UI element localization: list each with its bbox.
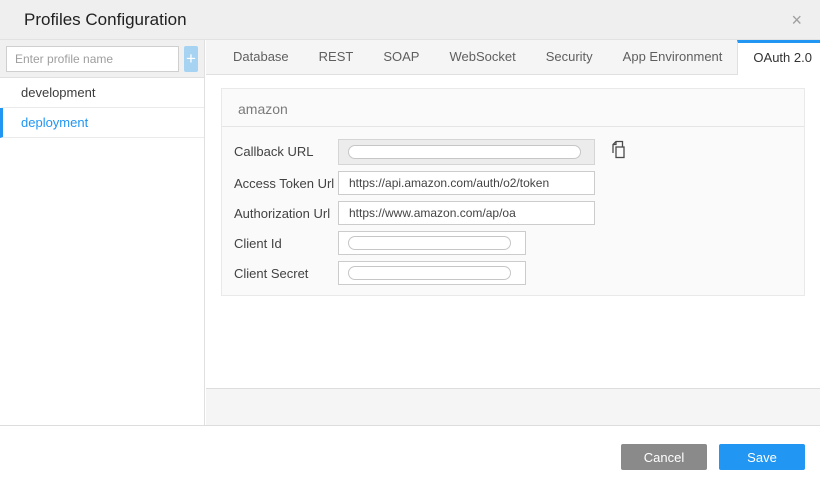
main-panel: Database REST SOAP WebSocket Security Ap… (206, 40, 820, 425)
dialog-title: Profiles Configuration (0, 10, 187, 30)
dialog-header: Profiles Configuration × (0, 0, 820, 40)
redacted-value (348, 145, 581, 159)
provider-name: amazon (222, 89, 804, 127)
copy-icon (609, 140, 628, 163)
redacted-value (348, 236, 511, 250)
field-row-authorization-url: Authorization Url (234, 198, 792, 228)
profile-input-row: + (0, 40, 204, 78)
tab-soap[interactable]: SOAP (368, 40, 434, 74)
callback-url-field[interactable] (338, 139, 595, 165)
client-id-label: Client Id (234, 236, 338, 251)
save-button[interactable]: Save (719, 444, 805, 470)
profiles-configuration-dialog: Profiles Configuration × + development d… (0, 0, 820, 484)
tab-database[interactable]: Database (218, 40, 304, 74)
tab-rest[interactable]: REST (304, 40, 369, 74)
callback-url-label: Callback URL (234, 144, 338, 159)
access-token-url-label: Access Token Url (234, 176, 338, 191)
cancel-button[interactable]: Cancel (621, 444, 707, 470)
redacted-value (348, 266, 511, 280)
authorization-url-label: Authorization Url (234, 206, 338, 221)
dialog-footer: Cancel Save (0, 425, 820, 484)
sidebar-item-development[interactable]: development (0, 78, 204, 108)
tab-security[interactable]: Security (531, 40, 608, 74)
field-row-client-secret: Client Secret (234, 258, 792, 288)
close-icon[interactable]: × (791, 11, 820, 29)
oauth-fields: Callback URL (222, 127, 804, 296)
profiles-sidebar: + development deployment (0, 40, 205, 425)
client-id-field[interactable] (338, 231, 526, 255)
tab-websocket[interactable]: WebSocket (434, 40, 530, 74)
tab-oauth-2-0[interactable]: OAuth 2.0 (737, 40, 820, 75)
panel-footer-strip (206, 388, 820, 425)
authorization-url-input[interactable] (338, 201, 595, 225)
access-token-url-input[interactable] (338, 171, 595, 195)
profile-name-input[interactable] (6, 46, 179, 72)
client-secret-field[interactable] (338, 261, 526, 285)
tab-app-environment[interactable]: App Environment (608, 40, 738, 74)
add-profile-button[interactable]: + (184, 46, 198, 72)
field-row-access-token-url: Access Token Url (234, 168, 792, 198)
field-row-callback-url: Callback URL (234, 135, 792, 168)
client-secret-label: Client Secret (234, 266, 338, 281)
field-row-client-id: Client Id (234, 228, 792, 258)
sidebar-item-deployment[interactable]: deployment (0, 108, 204, 138)
copy-button[interactable] (609, 140, 628, 163)
tab-bar: Database REST SOAP WebSocket Security Ap… (206, 40, 820, 75)
oauth-provider-panel: amazon Callback URL (221, 88, 805, 296)
